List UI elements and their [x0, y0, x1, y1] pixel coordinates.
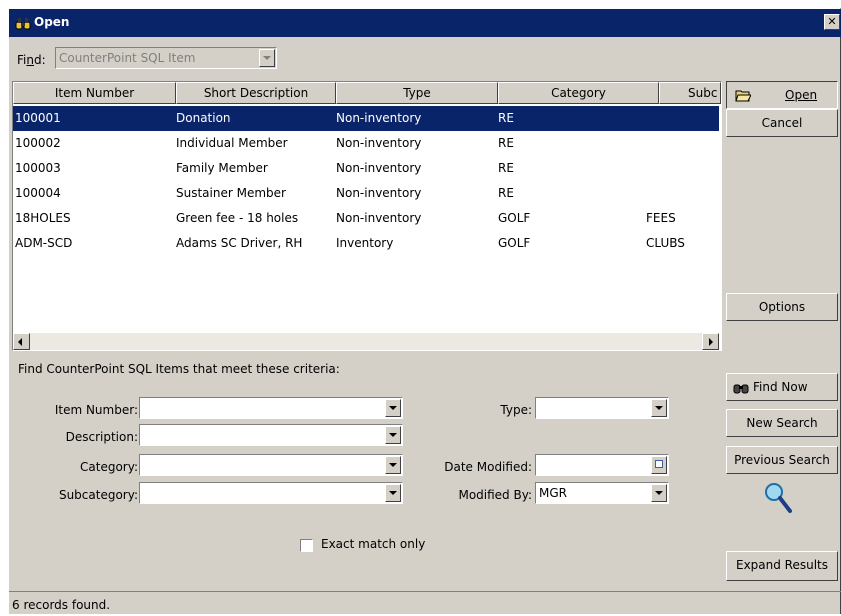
- subcategory-label: Subcategory:: [58, 488, 138, 502]
- binoculars-icon: [733, 384, 749, 394]
- chevron-down-icon[interactable]: [651, 484, 667, 502]
- chevron-down-icon[interactable]: [385, 484, 401, 502]
- category-field[interactable]: [139, 454, 403, 476]
- exact-match-label[interactable]: Exact match only: [321, 537, 425, 551]
- cell-description: Sustainer Member: [176, 186, 286, 200]
- cell-category: RE: [498, 111, 514, 125]
- cell-item-number: ADM-SCD: [15, 236, 73, 250]
- column-header-type[interactable]: Type: [336, 82, 498, 104]
- horizontal-scrollbar[interactable]: [13, 333, 719, 350]
- item-number-field[interactable]: [139, 397, 403, 419]
- description-label: Description:: [65, 430, 138, 444]
- find-label: Find:: [17, 53, 46, 67]
- find-object-value: CounterPoint SQL Item: [59, 51, 196, 65]
- criteria-heading: Find CounterPoint SQL Items that meet th…: [18, 362, 340, 376]
- table-row[interactable]: ADM-SCD Adams SC Driver, RH Inventory GO…: [13, 231, 719, 256]
- table-row[interactable]: 18HOLES Green fee - 18 holes Non-invento…: [13, 206, 719, 231]
- open-button-label: Open: [785, 88, 818, 102]
- expand-results-button[interactable]: Expand Results: [726, 551, 838, 581]
- calendar-icon[interactable]: [651, 456, 667, 474]
- chevron-down-icon[interactable]: [385, 399, 401, 417]
- cell-subcategory: CLUBS: [646, 236, 685, 250]
- cell-type: Non-inventory: [336, 211, 422, 225]
- date-modified-label: Date Modified:: [444, 460, 532, 474]
- chevron-down-icon[interactable]: [259, 49, 275, 67]
- cell-type: Non-inventory: [336, 111, 422, 125]
- cell-category: GOLF: [498, 236, 531, 250]
- column-header-subcategory[interactable]: Subc: [659, 82, 721, 104]
- folder-open-icon: [735, 90, 751, 102]
- column-header-short-description[interactable]: Short Description: [176, 82, 336, 104]
- scroll-right-icon[interactable]: [702, 333, 719, 350]
- scroll-left-icon[interactable]: [13, 333, 30, 350]
- cell-category: GOLF: [498, 211, 531, 225]
- open-button[interactable]: Open: [726, 81, 838, 109]
- open-dialog: Open ✕ Find: CounterPoint SQL Item Item …: [8, 8, 841, 614]
- magnifier-icon: [765, 483, 792, 513]
- chevron-down-icon[interactable]: [385, 456, 401, 474]
- new-search-button[interactable]: New Search: [726, 409, 838, 437]
- cell-item-number: 100003: [15, 161, 61, 175]
- table-row[interactable]: 100003 Family Member Non-inventory RE: [13, 156, 719, 181]
- binoculars-icon: [15, 18, 31, 30]
- cell-description: Individual Member: [176, 136, 288, 150]
- chevron-down-icon[interactable]: [651, 399, 667, 417]
- title-bar[interactable]: Open ✕: [9, 9, 841, 37]
- cancel-button[interactable]: Cancel: [726, 109, 838, 137]
- results-grid[interactable]: Item Number Short Description Type Categ…: [12, 81, 722, 351]
- options-button[interactable]: Options: [726, 293, 838, 321]
- chevron-down-icon[interactable]: [385, 426, 401, 444]
- exact-match-checkbox[interactable]: [300, 539, 313, 552]
- modified-by-label: Modified By:: [458, 488, 532, 502]
- type-field[interactable]: [535, 397, 669, 419]
- window-title: Open: [34, 15, 70, 29]
- cell-category: RE: [498, 186, 514, 200]
- cell-description: Donation: [176, 111, 231, 125]
- cell-description: Green fee - 18 holes: [176, 211, 299, 225]
- status-text: 6 records found.: [12, 598, 111, 612]
- description-field[interactable]: [139, 424, 403, 446]
- modified-by-value: MGR: [539, 486, 567, 500]
- cell-item-number: 18HOLES: [15, 211, 71, 225]
- category-label: Category:: [80, 460, 138, 474]
- item-number-label: Item Number:: [54, 403, 138, 417]
- table-row[interactable]: 100001 Donation Non-inventory RE: [13, 106, 719, 131]
- cell-type: Non-inventory: [336, 186, 422, 200]
- cell-item-number: 100001: [15, 111, 61, 125]
- column-header-category[interactable]: Category: [498, 82, 659, 104]
- status-bar: 6 records found.: [9, 591, 841, 616]
- cell-subcategory: FEES: [646, 211, 676, 225]
- cell-category: RE: [498, 161, 514, 175]
- cell-type: Inventory: [336, 236, 394, 250]
- cell-description: Adams SC Driver, RH: [176, 236, 303, 250]
- close-button[interactable]: ✕: [824, 14, 840, 30]
- find-now-label: Find Now: [753, 380, 808, 394]
- modified-by-field[interactable]: MGR: [535, 482, 669, 504]
- column-header-item-number[interactable]: Item Number: [13, 82, 176, 104]
- table-row[interactable]: 100004 Sustainer Member Non-inventory RE: [13, 181, 719, 206]
- side-button-panel: Open Cancel Options: [726, 81, 838, 351]
- find-object-select[interactable]: CounterPoint SQL Item: [55, 47, 277, 69]
- cell-description: Family Member: [176, 161, 268, 175]
- subcategory-field[interactable]: [139, 482, 403, 504]
- cell-item-number: 100002: [15, 136, 61, 150]
- previous-search-button[interactable]: Previous Search: [726, 446, 838, 474]
- date-modified-field[interactable]: [535, 454, 669, 476]
- cell-type: Non-inventory: [336, 136, 422, 150]
- type-label: Type:: [500, 403, 532, 417]
- cell-type: Non-inventory: [336, 161, 422, 175]
- cell-category: RE: [498, 136, 514, 150]
- find-now-button[interactable]: Find Now: [726, 373, 838, 401]
- cell-item-number: 100004: [15, 186, 61, 200]
- table-row[interactable]: 100002 Individual Member Non-inventory R…: [13, 131, 719, 156]
